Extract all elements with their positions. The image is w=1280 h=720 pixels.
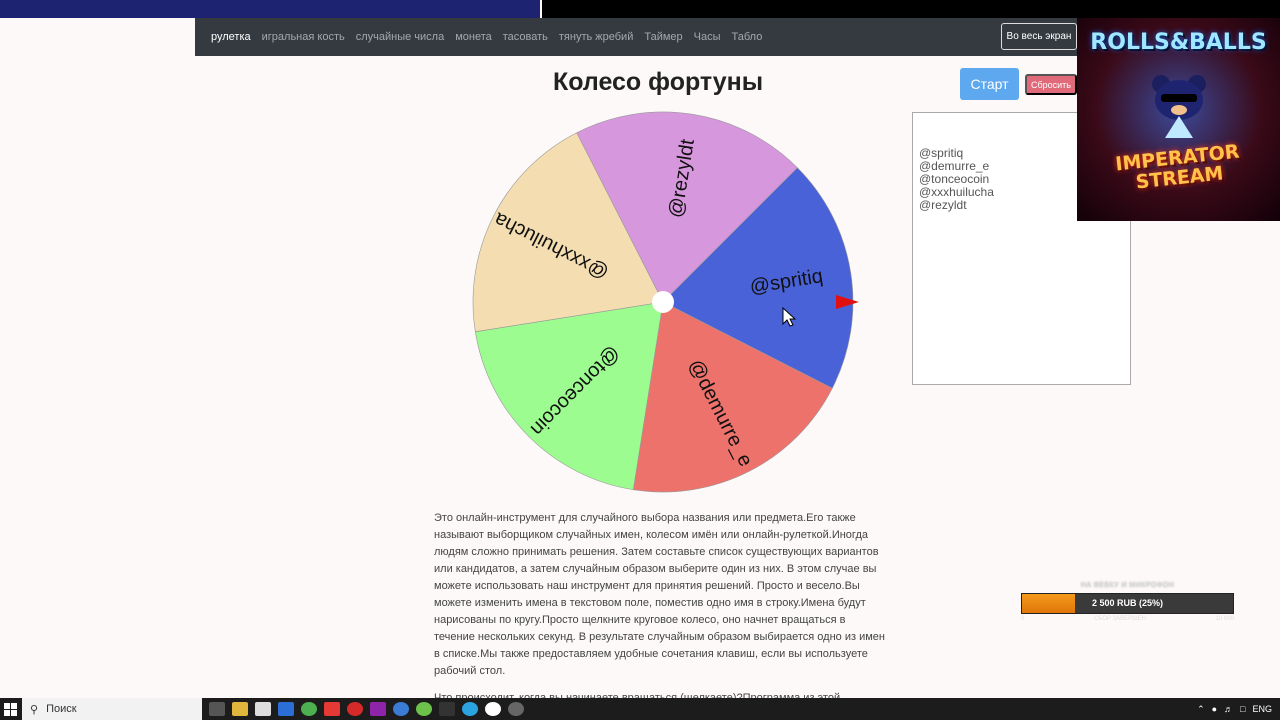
donation-scale-max: 10 000 — [1215, 616, 1234, 622]
nav-item-scoreboard[interactable]: Табло — [732, 31, 763, 43]
donation-goal-label: НА ВЕБКУ И МИКРОФОН — [1080, 582, 1175, 589]
volume-icon[interactable]: ♬ — [1224, 704, 1233, 714]
top-strip-left — [0, 0, 540, 18]
top-strip-right — [542, 0, 1280, 18]
mail-icon[interactable] — [278, 702, 294, 716]
opera-icon[interactable] — [347, 702, 363, 716]
donation-scale-mid: СБОР ЗАВЕРШЕН — [1093, 616, 1146, 622]
store-icon[interactable] — [255, 702, 271, 716]
search-icon: ⚲ — [30, 703, 39, 716]
chevron-up-icon[interactable]: ⌃ — [1197, 704, 1205, 715]
donation-scale-min: 0 — [1021, 616, 1025, 622]
taskbar: ⚲ Поиск ⌃ ● ♬ □ ENG — [0, 698, 1280, 720]
stream-overlay-banner: ROLLS&BALLS IMPERATOR STREAM — [1077, 18, 1280, 221]
nav-item-random-numbers[interactable]: случайные числа — [356, 31, 444, 43]
app-icon[interactable] — [370, 702, 386, 716]
start-button[interactable]: Старт — [960, 68, 1019, 100]
telegram-icon[interactable] — [462, 702, 478, 716]
file-explorer-icon[interactable] — [232, 702, 248, 716]
nav-item-timer[interactable]: Таймер — [644, 31, 682, 43]
reset-button[interactable]: Сбросить — [1025, 74, 1077, 95]
donation-amount: 2 500 RUB (25%) — [1091, 598, 1164, 608]
system-tray: ⌃ ● ♬ □ ENG — [1190, 698, 1272, 720]
description-text: Это онлайн-инструмент для случайного выб… — [434, 512, 885, 677]
bear-mascot-icon — [1152, 75, 1206, 138]
yandex-icon[interactable] — [324, 702, 340, 716]
app-green-icon[interactable] — [416, 702, 432, 716]
windows-start-icon[interactable] — [2, 701, 18, 717]
overlay-title-bottom: IMPERATOR STREAM — [1077, 137, 1280, 198]
donation-progress-bar: 2 500 RUB (25%) — [1021, 593, 1234, 614]
nav-item-coin[interactable]: монета — [455, 31, 492, 43]
wheel-center-hub — [652, 291, 674, 313]
taskbar-search-input[interactable]: ⚲ Поиск — [22, 698, 202, 720]
navbar: рулетка игральная кость случайные числа … — [195, 18, 1080, 56]
yandex-browser-icon[interactable] — [485, 702, 501, 716]
nav-item-draw-lots[interactable]: тянуть жребий — [559, 31, 633, 43]
language-indicator[interactable]: ENG — [1252, 704, 1272, 714]
microphone-icon[interactable]: ● — [1212, 704, 1217, 714]
nav-item-clock[interactable]: Часы — [694, 31, 721, 43]
taskbar-search-label: Поиск — [46, 703, 77, 715]
task-view-icon[interactable] — [209, 702, 225, 716]
donation-goal-widget: НА ВЕБКУ И МИКРОФОН 2 500 RUB (25%) 0 СБ… — [1021, 582, 1234, 622]
app-n-icon[interactable] — [439, 702, 455, 716]
app-check-icon[interactable] — [393, 702, 409, 716]
donation-scale: 0 СБОР ЗАВЕРШЕН 10 000 — [1021, 616, 1234, 622]
page-title: Колесо фортуны — [553, 68, 764, 96]
overlay-title-top: ROLLS&BALLS — [1090, 30, 1267, 55]
obs-icon[interactable] — [508, 702, 524, 716]
nav-item-roulette[interactable]: рулетка — [211, 31, 251, 43]
nav-item-shuffle[interactable]: тасовать — [503, 31, 548, 43]
fullscreen-button[interactable]: Во весь экран — [1001, 23, 1077, 50]
network-icon[interactable]: □ — [1240, 704, 1245, 714]
chrome-icon[interactable] — [301, 702, 317, 716]
nav-item-dice[interactable]: игральная кость — [262, 31, 345, 43]
fortune-wheel[interactable]: @spritiq@demurre_e@tonceocoin@xxxhuiluch… — [470, 110, 865, 500]
